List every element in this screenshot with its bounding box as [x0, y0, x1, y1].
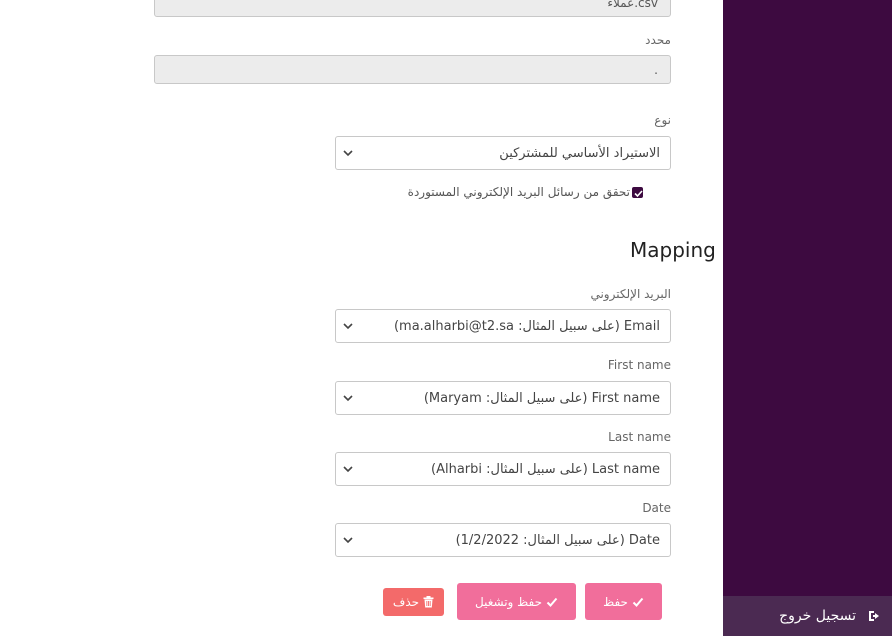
type-label: نوع — [654, 113, 671, 127]
delimiter-label: محدد — [645, 33, 671, 47]
save-run-button[interactable]: حفظ وتشغيل — [457, 583, 576, 620]
type-select[interactable]: الاستيراد الأساسي للمشتركين — [335, 136, 671, 170]
save-label: حفظ — [603, 594, 628, 609]
check-icon — [546, 597, 558, 607]
delimiter-value: . — [654, 62, 658, 77]
verify-emails-row: تحقق من رسائل البريد الإلكتروني المستورد… — [408, 185, 643, 199]
logout-icon — [869, 611, 879, 621]
mapping-selected-last-name: Last name (على سبيل المثال: Alharbi) — [431, 461, 660, 477]
save-run-label: حفظ وتشغيل — [474, 594, 543, 609]
check-icon — [634, 189, 643, 197]
mapping-label-date: Date — [642, 501, 671, 515]
mapping-select-email[interactable]: Email (على سبيل المثال: ma.alharbi@t2.sa… — [335, 309, 671, 343]
delete-button[interactable]: حذف — [383, 588, 444, 616]
save-button[interactable]: حفظ — [585, 583, 662, 620]
mapping-selected-first-name: First name (على سبيل المثال: Maryam) — [423, 390, 660, 406]
delete-label: حذف — [392, 595, 420, 609]
mapping-selected-date: Date (على سبيل المثال: 1/2/2022) — [455, 532, 660, 548]
chevron-down-icon — [343, 323, 353, 330]
trash-icon — [423, 596, 434, 608]
mapping-title: Mapping — [630, 238, 716, 262]
chevron-down-icon — [343, 537, 353, 544]
mapping-select-first-name[interactable]: First name (على سبيل المثال: Maryam) — [335, 381, 671, 415]
main-content: عملاء.csv محدد . نوع الاستيراد الأساسي ل… — [0, 0, 723, 636]
mapping-label-email: البريد الإلكتروني — [590, 287, 671, 301]
chevron-down-icon — [343, 395, 353, 402]
type-selected: الاستيراد الأساسي للمشتركين — [499, 145, 660, 161]
mapping-select-last-name[interactable]: Last name (على سبيل المثال: Alharbi) — [335, 452, 671, 486]
delimiter-field: . — [154, 55, 671, 84]
verify-emails-label: تحقق من رسائل البريد الإلكتروني المستورد… — [407, 185, 630, 199]
verify-emails-checkbox[interactable] — [632, 186, 643, 198]
chevron-down-icon — [343, 466, 353, 473]
logout-label: تسجيل خروج — [779, 608, 856, 624]
sidebar: تسجيل خروج — [723, 0, 892, 636]
logout-button[interactable]: تسجيل خروج — [723, 596, 892, 636]
mapping-selected-email: Email (على سبيل المثال: ma.alharbi@t2.sa… — [393, 318, 660, 334]
file-value: عملاء.csv — [607, 0, 658, 10]
chevron-down-icon — [343, 150, 353, 157]
mapping-select-date[interactable]: Date (على سبيل المثال: 1/2/2022) — [335, 523, 671, 557]
file-field: عملاء.csv — [154, 0, 671, 17]
mapping-label-first-name: First name — [607, 358, 671, 372]
mapping-label-last-name: Last name — [608, 430, 671, 444]
check-icon — [632, 597, 644, 607]
